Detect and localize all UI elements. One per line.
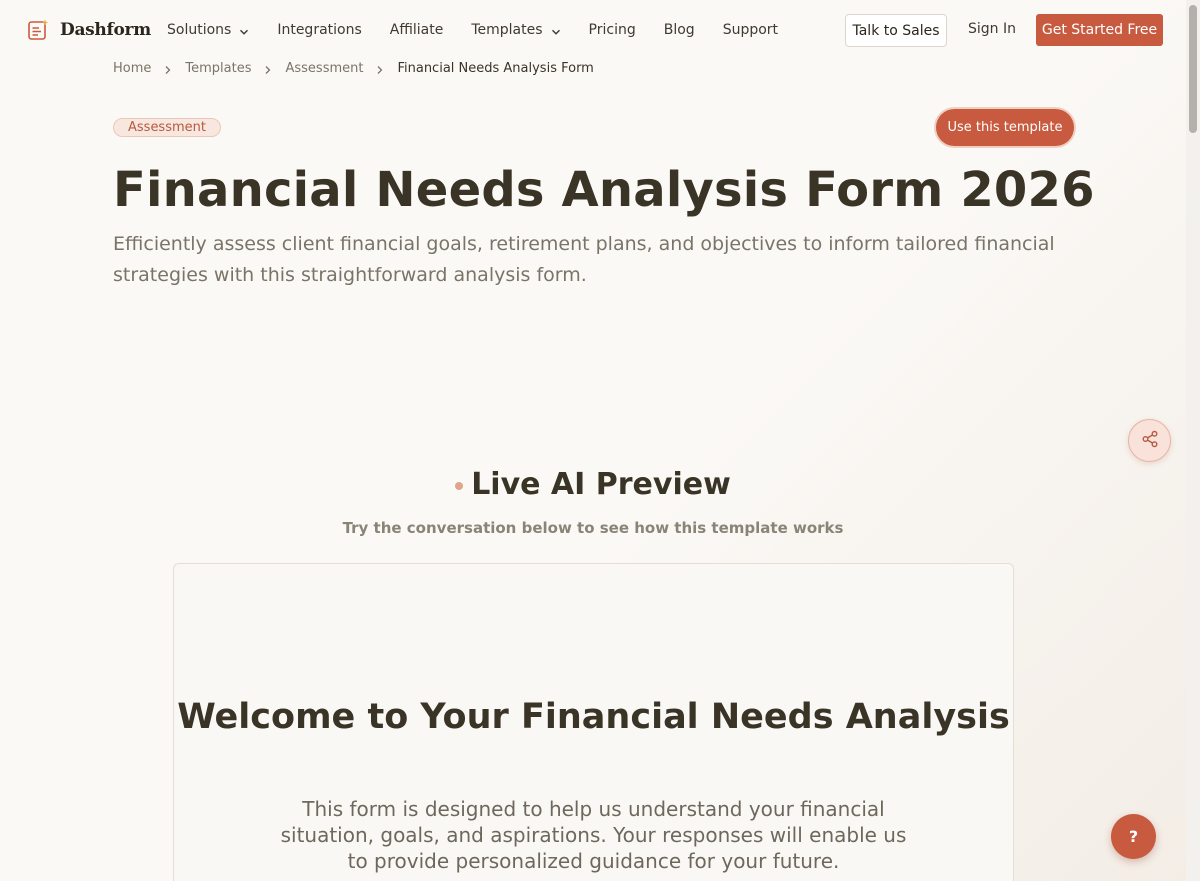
share-button[interactable] — [1128, 419, 1171, 462]
top-navigation: Dashform Solutions Integrations Affiliat… — [0, 0, 1186, 60]
breadcrumb-home[interactable]: Home — [113, 61, 151, 76]
breadcrumb-templates[interactable]: Templates — [185, 61, 251, 76]
nav-links: Solutions Integrations Affiliate Templat… — [167, 0, 806, 60]
category-badge[interactable]: Assessment — [113, 118, 221, 137]
get-started-button[interactable]: Get Started Free — [1036, 14, 1163, 46]
welcome-title: Welcome to Your Financial Needs Analysis — [177, 697, 1010, 737]
preview-card[interactable]: Welcome to Your Financial Needs Analysis… — [173, 563, 1014, 881]
page-description: Efficiently assess client financial goal… — [113, 233, 1055, 286]
preview-header: Live AI Preview — [0, 467, 1186, 502]
nav-solutions[interactable]: Solutions — [167, 22, 249, 38]
status-dot-icon — [455, 481, 464, 490]
welcome-description: This form is designed to help us underst… — [280, 797, 907, 873]
nav-blog[interactable]: Blog — [664, 22, 695, 38]
chevron-right-icon — [164, 64, 172, 74]
nav-pricing[interactable]: Pricing — [589, 22, 636, 38]
chevron-right-icon — [264, 64, 272, 74]
form-sparkle-icon — [26, 18, 50, 42]
talk-to-sales-button[interactable]: Talk to Sales — [845, 14, 947, 47]
nav-link-label: Blog — [663, 22, 695, 38]
breadcrumb: Home Templates Assessment Financial Need… — [113, 61, 594, 76]
nav-templates[interactable]: Templates — [471, 22, 560, 38]
brand-logo[interactable]: Dashform — [26, 18, 151, 42]
chevron-right-icon — [376, 64, 384, 74]
nav-link-label: Support — [722, 22, 779, 38]
page-title: Financial Needs Analysis Form 2026 — [113, 162, 1095, 218]
nav-link-label: Solutions — [167, 22, 232, 38]
preview-title: Live AI Preview — [471, 467, 731, 502]
nav-link-label: Integrations — [277, 22, 362, 38]
nav-link-label: Templates — [471, 22, 543, 38]
chevron-down-icon — [239, 25, 249, 35]
help-button[interactable]: ? — [1111, 814, 1156, 859]
nav-link-label: Pricing — [588, 22, 636, 38]
nav-link-label: Affiliate — [389, 22, 444, 38]
scrollbar-thumb[interactable] — [1189, 5, 1197, 133]
breadcrumb-current: Financial Needs Analysis Form — [397, 61, 594, 76]
use-template-button[interactable]: Use this template — [936, 109, 1074, 146]
page-scrollbar[interactable] — [1186, 0, 1200, 881]
share-icon — [1141, 430, 1159, 452]
breadcrumb-assessment[interactable]: Assessment — [285, 61, 363, 76]
sign-in-link[interactable]: Sign In — [968, 21, 1016, 37]
nav-affiliate[interactable]: Affiliate — [390, 22, 444, 38]
nav-support[interactable]: Support — [723, 22, 778, 38]
preview-subtitle: Try the conversation below to see how th… — [342, 519, 844, 537]
nav-integrations[interactable]: Integrations — [277, 22, 361, 38]
chevron-down-icon — [551, 25, 561, 35]
brand-name: Dashform — [60, 20, 151, 40]
